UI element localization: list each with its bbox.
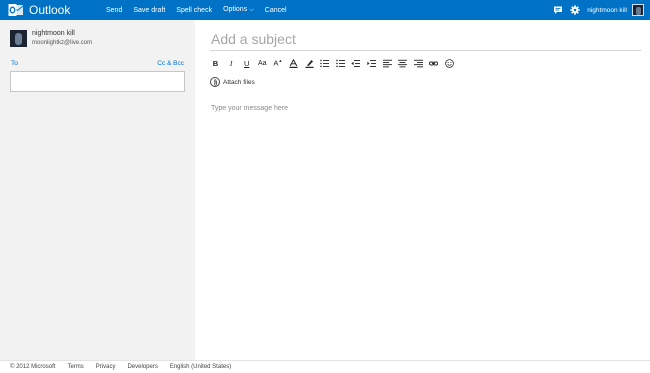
italic-button[interactable]: I [226,58,237,69]
align-center-icon [398,59,408,67]
command-bar: Send Save draft Spell check Options ⌵ Can… [106,0,298,20]
align-center-button[interactable] [397,58,408,69]
left-pane: nightmoon kill moonlightkz@live.com To C… [0,20,195,360]
emoticon-button[interactable] [444,58,455,69]
sender-name: nightmoon kill [32,30,75,37]
sender-email: moonlightkz@live.com [32,40,93,46]
font-size-icon: Aa [258,59,267,67]
sender-avatar [10,30,27,47]
paperclip-icon [210,77,220,87]
emoticon-icon [445,58,454,68]
options-label: Options [223,6,248,13]
cancel-button[interactable]: Cancel [265,7,287,14]
indent-icon [367,59,376,67]
outdent-button[interactable] [350,58,361,69]
bold-icon: B [212,58,219,68]
footer-link-developers[interactable]: Developers [127,364,157,370]
font-color-icon [289,58,298,68]
bulleted-list-icon [335,59,345,67]
grow-font-button[interactable]: A▲ [272,58,283,69]
header-user-name[interactable]: nightmoon kill [587,7,627,14]
font-size-button[interactable]: Aa [257,58,268,69]
formatting-toolbar: B I U Aa A▲ [210,57,460,69]
attach-files-label: Attach files [223,78,255,86]
align-left-icon [382,59,392,67]
align-left-button[interactable] [382,58,393,69]
gear-icon[interactable] [570,5,580,15]
footer-link-privacy[interactable]: Privacy [96,364,116,370]
save-draft-button[interactable]: Save draft [133,7,165,14]
highlight-icon [305,59,314,68]
outlook-logo-icon [8,2,24,18]
align-right-icon [413,59,423,67]
bold-button[interactable]: B [210,58,221,69]
to-input[interactable] [10,71,185,92]
header-right: nightmoon kill [553,0,644,20]
underline-icon: U [243,58,250,68]
link-button[interactable] [428,58,439,69]
copyright-text: © 2012 Microsoft [10,364,56,370]
footer-link-language[interactable]: English (United States) [170,364,231,370]
grow-font-icon: A▲ [273,58,283,68]
cc-bcc-link[interactable]: Cc & Bcc [157,60,184,67]
numbered-list-icon [320,59,330,67]
indent-button[interactable] [366,58,377,69]
font-color-button[interactable] [288,58,299,69]
spell-check-button[interactable]: Spell check [176,7,212,14]
align-right-button[interactable] [413,58,424,69]
link-icon [429,61,439,65]
bulleted-list-button[interactable] [335,58,346,69]
chat-icon[interactable] [553,5,563,15]
message-body-input[interactable] [208,103,642,353]
footer: © 2012 Microsoft Terms Privacy Developer… [0,360,650,373]
send-button[interactable]: Send [106,7,122,14]
numbered-list-button[interactable] [319,58,330,69]
to-label: To [11,60,18,67]
highlight-button[interactable] [304,58,315,69]
underline-button[interactable]: U [241,58,252,69]
italic-icon: I [229,58,233,68]
top-bar: Outlook Send Save draft Spell check Opti… [0,0,650,20]
avatar[interactable] [632,4,644,16]
brand-name: Outlook [29,3,71,17]
outdent-icon [351,59,361,67]
footer-link-terms[interactable]: Terms [67,364,83,370]
chevron-down-icon: ⌵ [249,7,254,13]
attach-files-button[interactable]: Attach files [210,76,255,88]
subject-input[interactable] [210,27,641,51]
options-menu[interactable]: Options ⌵ [223,6,254,14]
